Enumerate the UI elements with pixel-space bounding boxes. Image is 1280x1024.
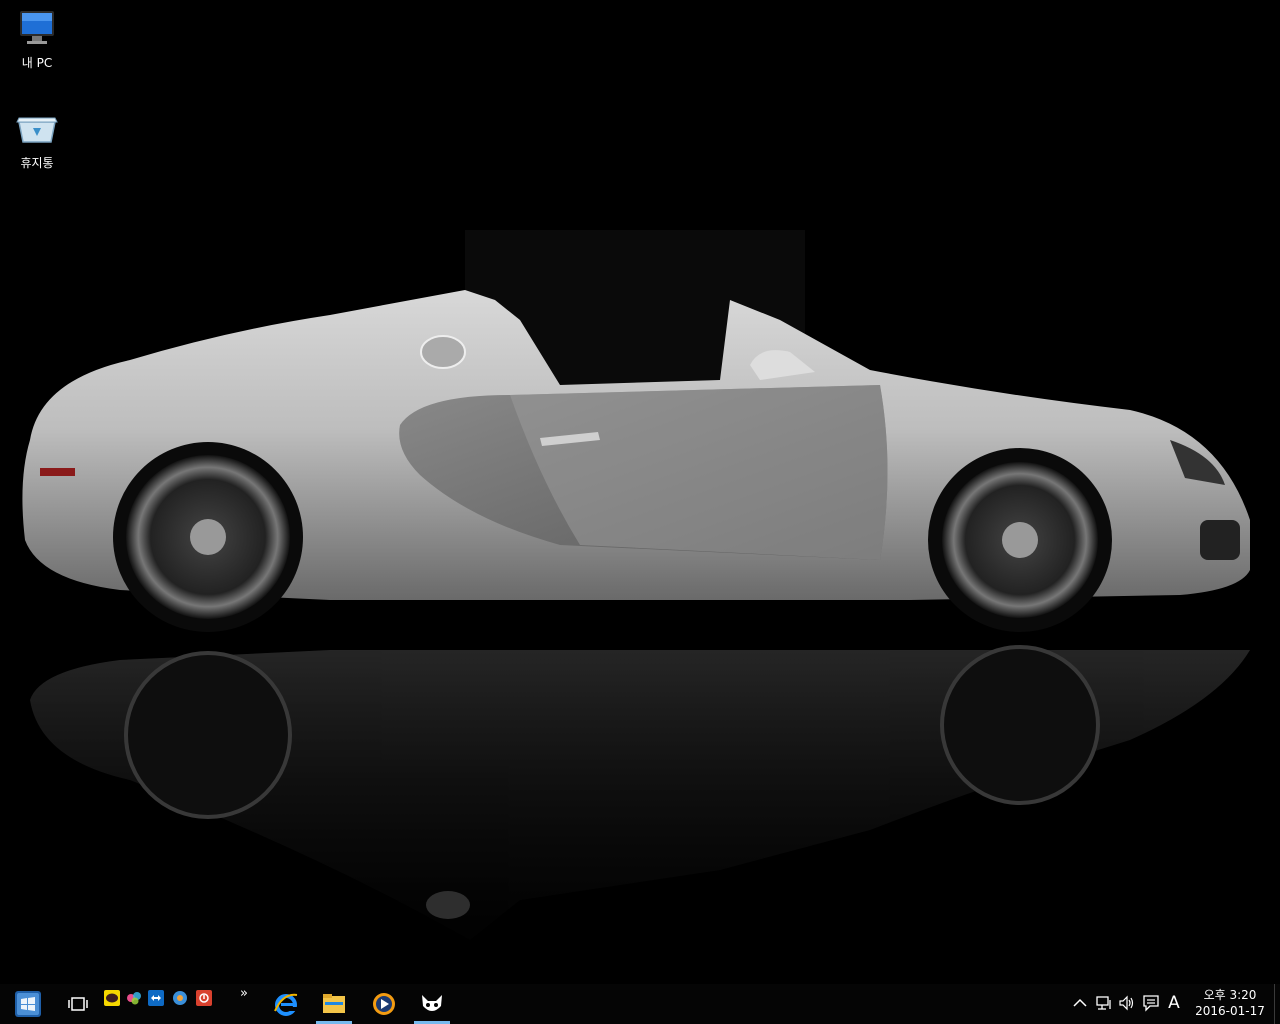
media-player-icon <box>373 993 395 1015</box>
windows-start-icon <box>15 991 41 1017</box>
start-button[interactable] <box>8 984 48 1024</box>
teamviewer-icon[interactable] <box>148 990 164 1006</box>
volume-icon[interactable] <box>1118 994 1136 1012</box>
file-explorer-icon <box>323 994 345 1013</box>
desktop-wallpaper <box>0 0 1280 984</box>
computer-monitor-icon <box>20 11 54 44</box>
desktop-icon-label: 휴지통 <box>20 156 54 170</box>
clock-date: 2016-01-17 <box>1195 1004 1265 1018</box>
desktop-icon-recycle-bin[interactable]: 휴지통 <box>1 112 73 170</box>
action-center-icon[interactable] <box>1142 994 1160 1012</box>
kakaotalk-icon[interactable] <box>104 990 120 1006</box>
desktop-icon-label: 내 PC <box>21 56 53 70</box>
taskbar-app-foobar[interactable] <box>410 984 454 1024</box>
task-view-button[interactable] <box>62 984 94 1024</box>
network-icon[interactable] <box>1095 994 1113 1012</box>
color-app-icon[interactable] <box>126 990 142 1006</box>
taskbar-app-internet-explorer[interactable] <box>264 984 308 1024</box>
toolbar-overflow-chevron[interactable]: » <box>240 986 248 1001</box>
internet-explorer-icon <box>274 993 298 1016</box>
network-app-icon[interactable] <box>172 990 188 1006</box>
chevron-up-icon[interactable] <box>1071 994 1089 1012</box>
show-desktop-button[interactable] <box>1274 984 1280 1024</box>
taskbar-clock[interactable]: 오후 3:20 2016-01-17 <box>1190 987 1270 1019</box>
recycle-bin-icon <box>16 117 58 143</box>
taskbar-app-media-player[interactable] <box>362 984 406 1024</box>
foobar-icon <box>422 995 442 1011</box>
taskbar-app-file-explorer[interactable] <box>312 984 356 1024</box>
input-method-indicator[interactable]: A <box>1166 993 1182 1013</box>
red-app-icon[interactable] <box>196 990 212 1006</box>
desktop-icon-my-pc[interactable]: 내 PC <box>1 8 73 70</box>
clock-time: 오후 3:20 <box>1203 988 1257 1002</box>
task-view-icon <box>68 997 88 1011</box>
